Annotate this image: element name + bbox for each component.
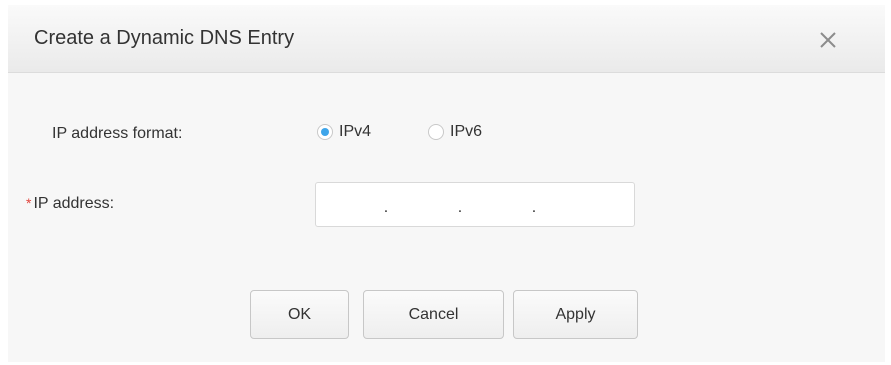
ip-octet-4[interactable]	[538, 189, 604, 220]
radio-ipv6[interactable]: IPv6	[428, 121, 482, 143]
ip-address-label-row: * IP address:	[26, 193, 114, 214]
dialog-title: Create a Dynamic DNS Entry	[34, 27, 295, 49]
apply-button[interactable]: Apply	[513, 290, 638, 339]
ip-address-input[interactable]: . . .	[315, 182, 635, 227]
dialog-header: Create a Dynamic DNS Entry	[8, 5, 885, 73]
radio-ipv4-label: IPv4	[339, 123, 372, 140]
ip-octet-1[interactable]	[316, 189, 382, 220]
radio-ipv4-circle[interactable]	[317, 124, 333, 140]
ip-octet-3[interactable]	[464, 189, 530, 220]
radio-ipv6-circle[interactable]	[428, 124, 444, 140]
ip-octet-2[interactable]	[390, 189, 456, 220]
cancel-button[interactable]: Cancel	[363, 290, 504, 339]
ip-separator: .	[383, 198, 389, 216]
ip-address-label: IP address:	[33, 195, 115, 212]
required-marker: *	[26, 195, 32, 211]
ip-format-label: IP address format:	[52, 125, 183, 142]
radio-ipv6-label: IPv6	[450, 123, 483, 140]
ok-button[interactable]: OK	[250, 290, 349, 339]
radio-ipv4[interactable]: IPv4	[317, 121, 371, 143]
ip-separator: .	[531, 198, 537, 216]
create-ddns-dialog: Create a Dynamic DNS Entry IP address fo…	[8, 5, 885, 362]
close-icon[interactable]	[818, 30, 838, 50]
ip-separator: .	[457, 198, 463, 216]
